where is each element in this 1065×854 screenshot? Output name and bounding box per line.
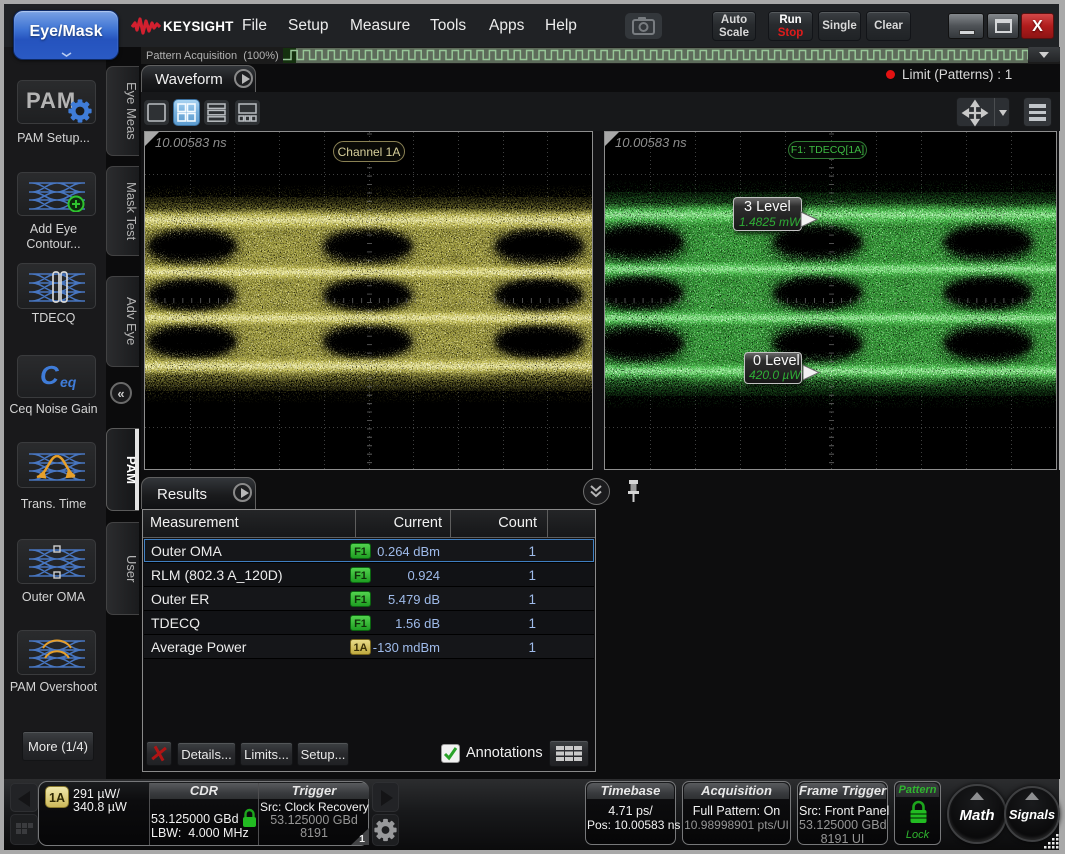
svg-text:1: 1 [359,833,365,845]
